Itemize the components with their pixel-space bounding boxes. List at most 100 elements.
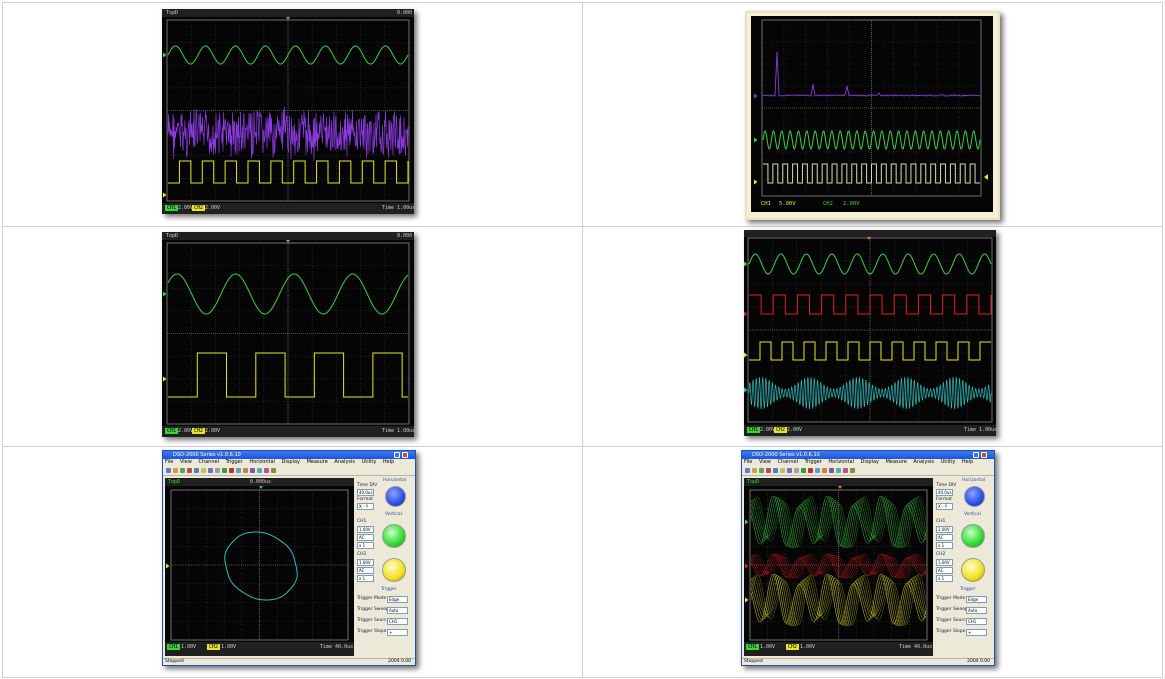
timebase-label: Time DIV [357, 483, 378, 488]
toolbar [742, 466, 994, 476]
ch2-checkbox-label[interactable]: CH2 [357, 552, 366, 557]
ch1-coupling-select[interactable]: AC [357, 534, 374, 541]
format-select[interactable]: X - Y [936, 503, 953, 510]
menu-help[interactable]: Help [383, 459, 394, 465]
ch2-knob[interactable] [382, 558, 406, 582]
toolbar-button-icon[interactable] [829, 468, 834, 473]
toolbar-button-icon[interactable] [843, 468, 848, 473]
toolbar-button-icon[interactable] [173, 468, 178, 473]
ch1-knob[interactable] [382, 524, 406, 548]
toolbar-button-icon[interactable] [801, 468, 806, 473]
scope-display-area: TopD CH1 1.00V CH2 1.00V Time 40.0us [744, 478, 933, 656]
toolbar-button-icon[interactable] [166, 468, 171, 473]
toolbar-button-icon[interactable] [264, 468, 269, 473]
toolbar-button-icon[interactable] [180, 468, 185, 473]
toolbar-button-icon[interactable] [766, 468, 771, 473]
toolbar-button-icon[interactable] [271, 468, 276, 473]
toolbar-button-icon[interactable] [243, 468, 248, 473]
menu-file[interactable]: File [744, 459, 752, 465]
ch2-coupling-select[interactable]: AC [936, 567, 953, 574]
toolbar-button-icon[interactable] [773, 468, 778, 473]
trigger-slope-select[interactable]: + [966, 629, 987, 636]
menu-trigger[interactable]: Trigger [805, 459, 822, 465]
ch2-indicator: CH2 [774, 427, 788, 433]
trigger-slope-select[interactable]: + [387, 629, 408, 636]
toolbar-button-icon[interactable] [194, 468, 199, 473]
toolbar-button-icon[interactable] [780, 468, 785, 473]
trigger-position-marker [286, 240, 290, 243]
menu-view[interactable]: View [759, 459, 771, 465]
toolbar-button-icon[interactable] [850, 468, 855, 473]
menu-measure[interactable]: Measure [307, 459, 328, 465]
toolbar-button-icon[interactable] [836, 468, 841, 473]
menu-horizontal[interactable]: Horizontal [249, 459, 275, 465]
toolbar-button-icon[interactable] [222, 468, 227, 473]
timebase-select[interactable]: 40.0us [936, 489, 953, 496]
trigger-sweep-select[interactable]: Auto [966, 607, 987, 614]
horizontal-knob[interactable] [964, 486, 985, 507]
minimize-button[interactable] [394, 452, 400, 458]
trigger-mode-select[interactable]: Edge [387, 596, 408, 603]
ch1-volt-select[interactable]: 1.00V [936, 526, 953, 533]
horizontal-knob[interactable] [385, 486, 406, 507]
toolbar-button-icon[interactable] [808, 468, 813, 473]
ch2-probe-select[interactable]: x 1 [936, 575, 953, 582]
toolbar-button-icon[interactable] [745, 468, 750, 473]
ch1-coupling-select[interactable]: AC [936, 534, 953, 541]
menu-channel[interactable]: Channel [777, 459, 798, 465]
trigger-mode-select[interactable]: Edge [966, 596, 987, 603]
menu-display[interactable]: Display [861, 459, 879, 465]
trigger-source-select[interactable]: CH1 [387, 618, 408, 625]
toolbar-button-icon[interactable] [215, 468, 220, 473]
close-button[interactable] [402, 452, 408, 458]
ch2-checkbox-label[interactable]: CH2 [936, 552, 945, 557]
menu-channel[interactable]: Channel [198, 459, 219, 465]
toolbar-button-icon[interactable] [229, 468, 234, 473]
toolbar-button-icon[interactable] [822, 468, 827, 473]
toolbar-button-icon[interactable] [752, 468, 757, 473]
format-select[interactable]: X - Y [357, 503, 374, 510]
horizontal-header: Horizontal [962, 478, 985, 483]
timebase-select[interactable]: 40.0us [357, 489, 374, 496]
ch1-probe-select[interactable]: x 1 [357, 542, 374, 549]
menu-help[interactable]: Help [962, 459, 973, 465]
menu-horizontal[interactable]: Horizontal [828, 459, 854, 465]
toolbar-button-icon[interactable] [187, 468, 192, 473]
control-panel: Horizontal Time DIV 40.0us Format X - Y … [934, 477, 992, 655]
ch1-probe-select[interactable]: x 1 [936, 542, 953, 549]
minimize-button[interactable] [973, 452, 979, 458]
toolbar-button-icon[interactable] [257, 468, 262, 473]
toolbar-button-icon[interactable] [759, 468, 764, 473]
ch1-volt-select[interactable]: 1.00V [357, 526, 374, 533]
menu-analysis[interactable]: Analysis [334, 459, 355, 465]
close-button[interactable] [981, 452, 987, 458]
menu-utility[interactable]: Utility [941, 459, 956, 465]
ch1-checkbox-label[interactable]: CH1 [936, 519, 945, 524]
trigger-source-select[interactable]: CH1 [966, 618, 987, 625]
ch2-volt-select[interactable]: 1.00V [936, 559, 953, 566]
menu-analysis[interactable]: Analysis [913, 459, 934, 465]
toolbar-button-icon[interactable] [250, 468, 255, 473]
ch2-indicator: CH2 [192, 428, 206, 434]
toolbar-button-icon[interactable] [201, 468, 206, 473]
ch1-knob[interactable] [961, 524, 985, 548]
menu-trigger[interactable]: Trigger [226, 459, 243, 465]
menu-measure[interactable]: Measure [886, 459, 907, 465]
menu-file[interactable]: File [165, 459, 173, 465]
ch2-coupling-select[interactable]: AC [357, 567, 374, 574]
ch2-volts: 2.00V [843, 201, 860, 207]
menu-utility[interactable]: Utility [362, 459, 377, 465]
toolbar-button-icon[interactable] [787, 468, 792, 473]
toolbar-button-icon[interactable] [236, 468, 241, 473]
ch2-probe-select[interactable]: x 1 [357, 575, 374, 582]
toolbar-button-icon[interactable] [815, 468, 820, 473]
ch1-volts: 2.00V [760, 427, 776, 433]
trigger-sweep-select[interactable]: Auto [387, 607, 408, 614]
ch2-knob[interactable] [961, 558, 985, 582]
menu-display[interactable]: Display [282, 459, 300, 465]
ch1-checkbox-label[interactable]: CH1 [357, 519, 366, 524]
menu-view[interactable]: View [180, 459, 192, 465]
toolbar-button-icon[interactable] [208, 468, 213, 473]
ch2-volt-select[interactable]: 1.00V [357, 559, 374, 566]
toolbar-button-icon[interactable] [794, 468, 799, 473]
